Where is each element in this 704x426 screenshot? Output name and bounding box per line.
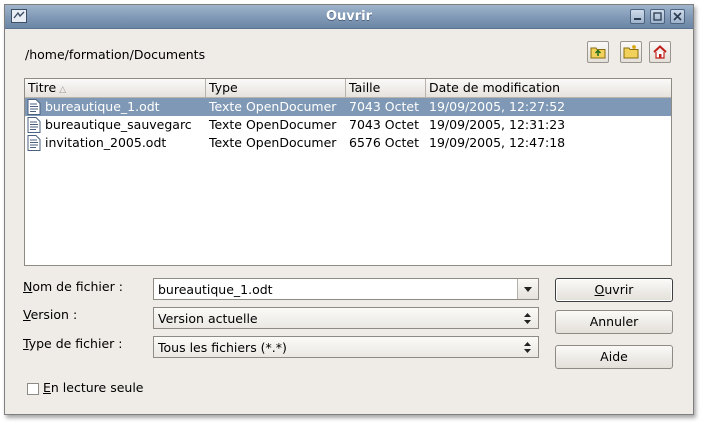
file-date: 19/09/2005, 12:31:23 — [429, 117, 566, 132]
help-button[interactable]: Aide — [555, 345, 673, 369]
filename-combobox[interactable]: bureautique_1.odt — [153, 278, 539, 300]
column-header-date[interactable]: Date de modification — [426, 79, 671, 97]
column-header-type[interactable]: Type — [206, 79, 346, 97]
file-date: 19/09/2005, 12:47:18 — [429, 135, 566, 150]
version-value: Version actuelle — [158, 311, 258, 326]
current-path: /home/formation/Documents — [25, 47, 206, 62]
filetype-value: Tous les fichiers (*.*) — [158, 340, 287, 355]
file-size: 7043 Octet — [349, 99, 419, 114]
title-bar[interactable]: Ouvrir — [5, 5, 693, 29]
file-name: bureautique_1.odt — [45, 99, 160, 114]
version-label: Version : — [23, 307, 78, 322]
folder-up-button[interactable] — [587, 41, 609, 63]
filename-label: Nom de fichier : — [23, 279, 123, 294]
close-icon — [673, 12, 682, 21]
cancel-button[interactable]: Annuler — [555, 310, 673, 334]
text-document-icon — [27, 135, 41, 151]
open-dialog: Ouvrir /home/formation/Documents Titre △… — [4, 4, 694, 415]
window-title: Ouvrir — [325, 9, 373, 24]
column-header-title[interactable]: Titre △ — [25, 79, 206, 97]
close-button[interactable] — [670, 9, 685, 24]
new-folder-button[interactable] — [620, 41, 642, 63]
file-row[interactable]: bureautique_1.odt Texte OpenDocumer 7043… — [25, 98, 671, 116]
version-select[interactable]: Version actuelle — [153, 307, 539, 329]
file-list-header: Titre △ Type Taille Date de modification — [25, 79, 671, 98]
text-document-icon — [27, 99, 41, 115]
filename-input[interactable]: bureautique_1.odt — [158, 282, 273, 297]
text-document-icon — [27, 117, 41, 133]
file-type: Texte OpenDocumer — [209, 117, 337, 132]
filetype-label: Type de fichier : — [23, 336, 123, 351]
maximize-icon — [653, 12, 662, 21]
file-name: bureautique_sauvegarc — [45, 117, 192, 132]
new-folder-icon — [623, 45, 639, 59]
open-button[interactable]: Ouvrir — [555, 278, 673, 302]
maximize-button[interactable] — [650, 9, 665, 24]
filename-dropdown-button[interactable] — [517, 279, 538, 299]
file-type: Texte OpenDocumer — [209, 135, 337, 150]
updown-arrows-icon — [524, 342, 531, 353]
file-name: invitation_2005.odt — [45, 135, 167, 150]
file-size: 6576 Octet — [349, 135, 419, 150]
readonly-checkbox[interactable] — [27, 383, 39, 395]
file-row[interactable]: bureautique_sauvegarc Texte OpenDocumer … — [25, 116, 671, 134]
file-list[interactable]: Titre △ Type Taille Date de modification … — [24, 78, 672, 266]
minimize-icon — [634, 18, 641, 20]
file-date: 19/09/2005, 12:27:52 — [429, 99, 566, 114]
filetype-select[interactable]: Tous les fichiers (*.*) — [153, 336, 539, 358]
column-header-size[interactable]: Taille — [346, 79, 426, 97]
home-icon — [653, 45, 667, 59]
updown-arrows-icon — [524, 313, 531, 324]
chevron-down-icon — [524, 287, 532, 292]
file-size: 7043 Octet — [349, 117, 419, 132]
folder-up-icon — [590, 47, 606, 59]
home-button[interactable] — [649, 41, 671, 63]
sort-ascending-icon: △ — [59, 85, 67, 95]
minimize-button[interactable] — [630, 9, 645, 24]
readonly-label[interactable]: En lecture seule — [43, 380, 143, 395]
file-row[interactable]: invitation_2005.odt Texte OpenDocumer 65… — [25, 134, 671, 152]
file-type: Texte OpenDocumer — [209, 99, 337, 114]
